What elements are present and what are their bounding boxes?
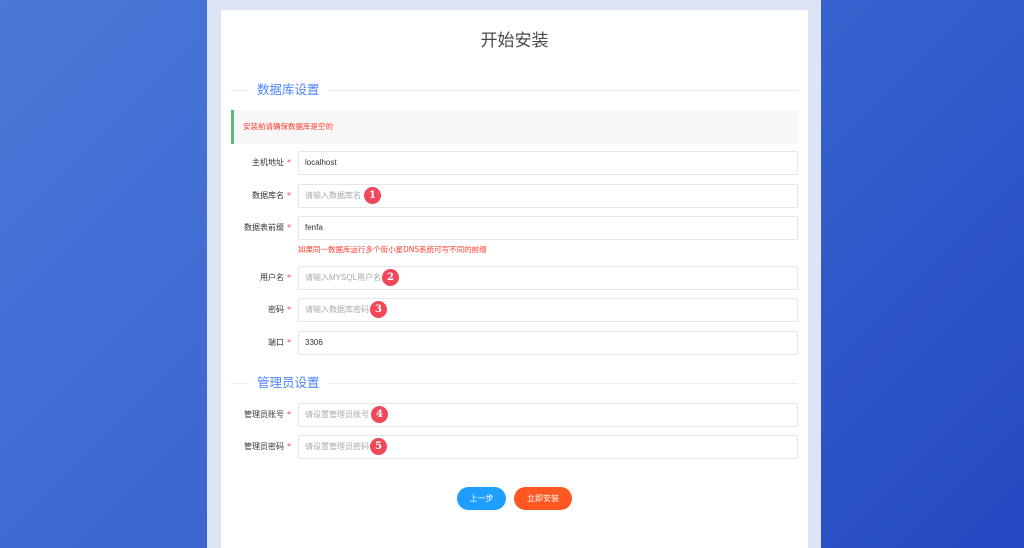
- step-badge-3: 3: [370, 301, 387, 318]
- step-badge-1: 1: [364, 187, 381, 204]
- admin-account-row: 管理员账号 * 请设置管理员账号 4: [221, 403, 808, 427]
- port-label: 端口 *: [268, 338, 291, 347]
- prefix-row: 数据表前缀 * fenfa: [221, 216, 808, 240]
- step-badge-4: 4: [371, 406, 388, 423]
- username-input[interactable]: 请输入MYSQL用户名: [298, 266, 798, 290]
- empty-database-notice: 安装前请确保数据库是空的: [231, 110, 798, 144]
- prefix-input[interactable]: fenfa: [298, 216, 798, 240]
- port-input[interactable]: 3306: [298, 331, 798, 355]
- database-section-header: 数据库设置: [231, 80, 798, 100]
- prefix-label: 数据表前缀 *: [244, 223, 291, 232]
- port-row: 端口 * 3306: [221, 331, 808, 355]
- prev-step-button[interactable]: 上一步: [457, 487, 506, 510]
- dbname-row: 数据库名 * 请输入数据库名 1: [221, 184, 808, 208]
- dbname-label: 数据库名 *: [252, 191, 291, 200]
- username-row: 用户名 * 请输入MYSQL用户名 2: [221, 266, 808, 290]
- db-password-row: 密码 * 请输入数据库密码 3: [221, 298, 808, 322]
- install-card: 开始安装 数据库设置 安装前请确保数据库是空的 主机地址 * localhost …: [221, 10, 808, 548]
- admin-section-header: 管理员设置: [231, 373, 798, 393]
- install-now-button[interactable]: 立即安装: [514, 487, 572, 510]
- db-password-label: 密码 *: [268, 305, 291, 314]
- username-label: 用户名 *: [260, 273, 291, 282]
- prefix-hint: 如果同一数据库运行多个街小星DNS系统可写不同的前缀: [298, 245, 487, 254]
- admin-password-row: 管理员密码 * 请设置管理员密码 5: [221, 435, 808, 459]
- host-label: 主机地址 *: [252, 158, 291, 167]
- step-badge-2: 2: [382, 269, 399, 286]
- page-title: 开始安装: [480, 31, 549, 51]
- host-row: 主机地址 * localhost: [221, 151, 808, 175]
- admin-account-label: 管理员账号 *: [244, 410, 291, 419]
- admin-password-label: 管理员密码 *: [244, 442, 291, 451]
- admin-section-legend: 管理员设置: [249, 373, 328, 393]
- step-badge-5: 5: [370, 438, 387, 455]
- host-input[interactable]: localhost: [298, 151, 798, 175]
- database-section-legend: 数据库设置: [249, 80, 328, 100]
